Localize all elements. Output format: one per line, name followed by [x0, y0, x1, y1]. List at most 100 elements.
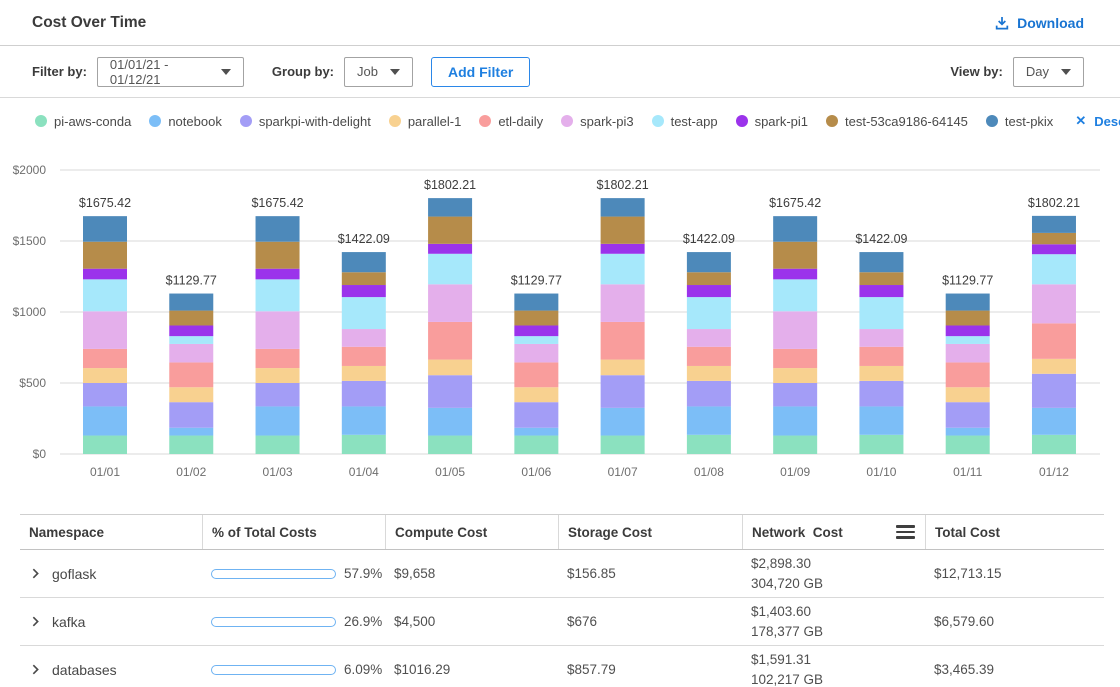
bar-segment-test-53ca9186-64145[interactable]	[687, 272, 731, 285]
bar-segment-etl-daily[interactable]	[342, 347, 386, 366]
date-range-dropdown[interactable]: 01/01/21 - 01/12/21	[97, 57, 244, 87]
bar-segment-etl-daily[interactable]	[514, 362, 558, 387]
bar-segment-test-pkix[interactable]	[773, 216, 817, 242]
bar-segment-test-app[interactable]	[1032, 254, 1076, 284]
bar-segment-parallel-1[interactable]	[169, 387, 213, 402]
bar-segment-test-app[interactable]	[428, 254, 472, 285]
bar-segment-sparkpi-with-delight[interactable]	[859, 381, 903, 407]
bar-segment-sparkpi-with-delight[interactable]	[773, 383, 817, 406]
bar-segment-pi-aws-conda[interactable]	[256, 436, 300, 454]
bar-segment-test-app[interactable]	[514, 336, 558, 344]
legend-item[interactable]: test-53ca9186-64145	[826, 114, 968, 129]
bar-segment-test-app[interactable]	[946, 336, 990, 344]
bar-segment-spark-pi3[interactable]	[83, 311, 127, 349]
bar-segment-spark-pi1[interactable]	[946, 325, 990, 336]
bar-segment-parallel-1[interactable]	[514, 387, 558, 402]
bar-segment-notebook[interactable]	[859, 406, 903, 434]
bar-segment-sparkpi-with-delight[interactable]	[83, 383, 127, 406]
bar-segment-spark-pi1[interactable]	[83, 269, 127, 280]
bar-segment-notebook[interactable]	[169, 428, 213, 436]
bar-segment-sparkpi-with-delight[interactable]	[687, 381, 731, 407]
legend-item[interactable]: test-app	[652, 114, 718, 129]
bar-segment-spark-pi3[interactable]	[687, 329, 731, 347]
bar-segment-spark-pi1[interactable]	[1032, 244, 1076, 254]
bar-segment-test-53ca9186-64145[interactable]	[428, 217, 472, 244]
deselect-all-button[interactable]: ✕ Deselect All	[1075, 113, 1120, 129]
bar-segment-pi-aws-conda[interactable]	[342, 435, 386, 454]
bar-segment-spark-pi3[interactable]	[601, 284, 645, 322]
bar-segment-test-pkix[interactable]	[687, 252, 731, 272]
bar-segment-parallel-1[interactable]	[1032, 359, 1076, 374]
bar-segment-test-53ca9186-64145[interactable]	[83, 242, 127, 269]
bar-segment-etl-daily[interactable]	[773, 349, 817, 368]
bar-segment-test-53ca9186-64145[interactable]	[514, 311, 558, 326]
bar-segment-notebook[interactable]	[946, 428, 990, 436]
bar-segment-spark-pi1[interactable]	[687, 285, 731, 297]
expand-row-chevron-icon[interactable]	[29, 615, 42, 628]
bar-segment-etl-daily[interactable]	[1032, 323, 1076, 359]
bar-segment-pi-aws-conda[interactable]	[859, 435, 903, 454]
view-by-dropdown[interactable]: Day	[1013, 57, 1084, 87]
bar-segment-test-app[interactable]	[342, 297, 386, 329]
bar-segment-spark-pi1[interactable]	[514, 325, 558, 336]
bar-segment-spark-pi3[interactable]	[859, 329, 903, 347]
bar-segment-pi-aws-conda[interactable]	[1032, 435, 1076, 454]
bar-segment-sparkpi-with-delight[interactable]	[601, 375, 645, 408]
bar-segment-notebook[interactable]	[514, 428, 558, 436]
bar-segment-spark-pi1[interactable]	[859, 285, 903, 297]
bar-segment-parallel-1[interactable]	[428, 360, 472, 376]
bar-segment-parallel-1[interactable]	[773, 368, 817, 383]
bar-segment-notebook[interactable]	[773, 406, 817, 435]
group-by-dropdown[interactable]: Job	[344, 57, 413, 87]
bar-segment-test-53ca9186-64145[interactable]	[256, 242, 300, 269]
bar-segment-pi-aws-conda[interactable]	[428, 436, 472, 454]
bar-segment-spark-pi1[interactable]	[601, 244, 645, 254]
bar-segment-etl-daily[interactable]	[859, 347, 903, 366]
bar-segment-spark-pi3[interactable]	[342, 329, 386, 347]
bar-segment-spark-pi1[interactable]	[256, 269, 300, 280]
bar-segment-test-pkix[interactable]	[946, 294, 990, 311]
bar-segment-parallel-1[interactable]	[687, 366, 731, 381]
bar-segment-test-53ca9186-64145[interactable]	[601, 217, 645, 244]
bar-segment-notebook[interactable]	[601, 408, 645, 436]
column-menu-icon[interactable]	[896, 523, 915, 541]
bar-segment-pi-aws-conda[interactable]	[687, 435, 731, 454]
bar-segment-test-pkix[interactable]	[342, 252, 386, 272]
bar-segment-test-app[interactable]	[83, 279, 127, 311]
legend-item[interactable]: etl-daily	[479, 114, 543, 129]
bar-segment-sparkpi-with-delight[interactable]	[514, 402, 558, 428]
bar-segment-sparkpi-with-delight[interactable]	[342, 381, 386, 407]
bar-segment-pi-aws-conda[interactable]	[601, 436, 645, 454]
bar-segment-notebook[interactable]	[83, 406, 127, 435]
bar-segment-etl-daily[interactable]	[428, 322, 472, 360]
bar-segment-spark-pi3[interactable]	[514, 344, 558, 362]
legend-item[interactable]: notebook	[149, 114, 222, 129]
bar-segment-etl-daily[interactable]	[601, 322, 645, 360]
bar-segment-spark-pi3[interactable]	[946, 344, 990, 362]
bar-segment-test-pkix[interactable]	[169, 294, 213, 311]
bar-segment-etl-daily[interactable]	[256, 349, 300, 368]
bar-segment-test-pkix[interactable]	[428, 198, 472, 216]
bar-segment-parallel-1[interactable]	[601, 360, 645, 376]
bar-segment-spark-pi1[interactable]	[169, 325, 213, 336]
bar-segment-parallel-1[interactable]	[342, 366, 386, 381]
bar-segment-sparkpi-with-delight[interactable]	[1032, 374, 1076, 408]
bar-segment-notebook[interactable]	[428, 408, 472, 436]
bar-segment-spark-pi3[interactable]	[428, 284, 472, 322]
bar-segment-etl-daily[interactable]	[687, 347, 731, 366]
legend-item[interactable]: parallel-1	[389, 114, 461, 129]
bar-segment-test-pkix[interactable]	[256, 216, 300, 242]
legend-item[interactable]: sparkpi-with-delight	[240, 114, 371, 129]
bar-segment-test-pkix[interactable]	[601, 198, 645, 216]
bar-segment-parallel-1[interactable]	[946, 387, 990, 402]
download-button[interactable]: Download	[994, 15, 1084, 31]
add-filter-button[interactable]: Add Filter	[431, 57, 530, 87]
bar-segment-etl-daily[interactable]	[946, 362, 990, 387]
bar-segment-test-pkix[interactable]	[514, 294, 558, 311]
bar-segment-spark-pi3[interactable]	[169, 344, 213, 362]
bar-segment-sparkpi-with-delight[interactable]	[428, 375, 472, 408]
bar-segment-test-53ca9186-64145[interactable]	[946, 311, 990, 326]
bar-segment-notebook[interactable]	[1032, 408, 1076, 435]
bar-segment-spark-pi1[interactable]	[428, 244, 472, 254]
bar-segment-test-53ca9186-64145[interactable]	[773, 242, 817, 269]
